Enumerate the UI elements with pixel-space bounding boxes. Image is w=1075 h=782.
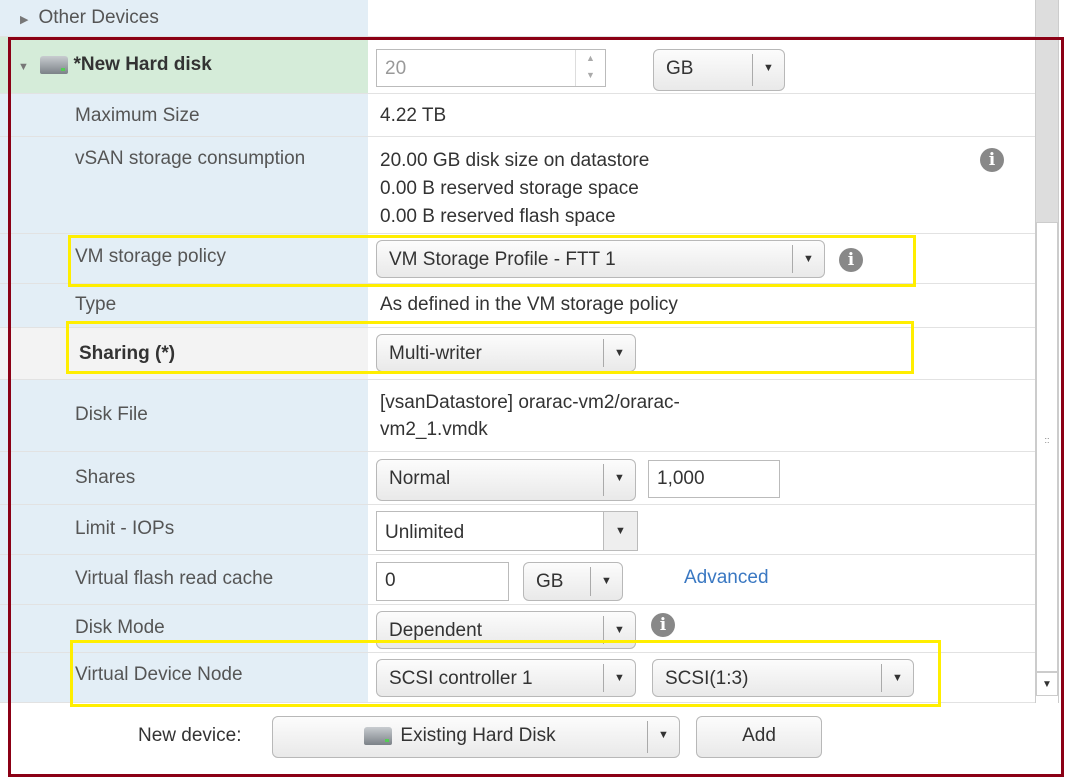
type-row: Type As defined in the VM storage policy bbox=[0, 284, 1035, 328]
disk-title: *New Hard disk bbox=[73, 54, 212, 75]
disk-file-row: Disk File [vsanDatastore] orarac-vm2/ora… bbox=[0, 380, 1035, 452]
controller-select[interactable]: SCSI controller 1 ▼ bbox=[376, 659, 636, 697]
new-device-value: Existing Hard Disk bbox=[400, 725, 556, 746]
sharing-value: Multi-writer bbox=[389, 343, 482, 364]
size-unit-select[interactable]: GB ▼ bbox=[653, 49, 785, 91]
shares-label: Shares bbox=[0, 452, 368, 504]
shares-select[interactable]: Normal ▼ bbox=[376, 459, 636, 501]
disk-file-path: vm2_1.vmdk bbox=[380, 419, 488, 440]
vflash-unit: GB bbox=[536, 571, 564, 592]
storage-policy-value: VM Storage Profile - FTT 1 bbox=[389, 249, 616, 270]
info-icon[interactable]: i bbox=[651, 613, 675, 637]
collapse-icon[interactable]: ▼ bbox=[18, 61, 29, 73]
max-size-value: 4.22 TB bbox=[368, 94, 1035, 136]
shares-amount-input[interactable]: 1,000 bbox=[648, 460, 780, 498]
storage-policy-row: VM storage policy VM Storage Profile - F… bbox=[0, 234, 1035, 284]
chevron-down-icon: ▼ bbox=[590, 567, 622, 596]
limit-value: Unlimited bbox=[385, 522, 465, 543]
scrollbar-thumb[interactable]: :: bbox=[1036, 222, 1058, 672]
device-node-value: SCSI(1:3) bbox=[665, 668, 749, 689]
disk-mode-value: Dependent bbox=[389, 620, 482, 641]
advanced-link[interactable]: Advanced bbox=[684, 567, 769, 589]
device-node-label: Virtual Device Node bbox=[0, 653, 368, 702]
chevron-down-icon: ▼ bbox=[792, 245, 824, 273]
max-size-row: Maximum Size 4.22 TB bbox=[0, 94, 1035, 137]
disk-size-input[interactable]: 20 ▲ ▼ bbox=[376, 49, 606, 87]
scroll-down-icon[interactable]: ▼ bbox=[1036, 672, 1058, 696]
other-devices-label: Other Devices bbox=[38, 7, 159, 28]
disk-file-label: Disk File bbox=[0, 380, 368, 451]
vsan-line: 0.00 B reserved flash space bbox=[380, 206, 616, 227]
storage-policy-select[interactable]: VM Storage Profile - FTT 1 ▼ bbox=[376, 240, 825, 278]
shares-value: Normal bbox=[389, 468, 451, 489]
vflash-input[interactable]: 0 bbox=[376, 562, 509, 601]
sharing-label: Sharing (*) bbox=[0, 328, 368, 379]
vflash-unit-select[interactable]: GB ▼ bbox=[523, 562, 623, 601]
device-node-row: Virtual Device Node SCSI controller 1 ▼ S… bbox=[0, 653, 1035, 703]
limit-row: Limit - IOPs Unlimited ▼ bbox=[0, 505, 1035, 555]
chevron-down-icon: ▼ bbox=[881, 664, 913, 692]
chevron-down-icon: ▼ bbox=[603, 664, 635, 692]
new-device-label: New device: bbox=[138, 725, 242, 746]
size-stepper[interactable]: ▲ ▼ bbox=[575, 50, 605, 86]
disk-mode-label: Disk Mode bbox=[0, 605, 368, 652]
shares-row: Shares Normal ▼ 1,000 bbox=[0, 452, 1035, 505]
disk-mode-row: Disk Mode Dependent ▼ i bbox=[0, 605, 1035, 653]
hard-disk-icon bbox=[364, 726, 393, 745]
type-value: As defined in the VM storage policy bbox=[368, 284, 1035, 327]
hard-disk-icon bbox=[40, 55, 69, 74]
storage-policy-label: VM storage policy bbox=[0, 234, 368, 283]
limit-label: Limit - IOPs bbox=[0, 505, 368, 554]
expand-icon[interactable]: ▶ bbox=[20, 14, 28, 26]
disk-size-value: 20 bbox=[385, 58, 407, 79]
shares-amount: 1,000 bbox=[657, 468, 705, 489]
info-icon[interactable]: i bbox=[839, 248, 863, 272]
sharing-select[interactable]: Multi-writer ▼ bbox=[376, 334, 636, 372]
chevron-down-icon: ▼ bbox=[752, 54, 784, 86]
other-devices-row[interactable]: ▶ Other Devices bbox=[0, 0, 1035, 37]
vsan-line: 20.00 GB disk size on datastore bbox=[380, 150, 650, 171]
sharing-row: Sharing (*) Multi-writer ▼ bbox=[0, 328, 1035, 380]
chevron-down-icon: ▼ bbox=[603, 464, 635, 496]
chevron-down-icon: ▼ bbox=[603, 512, 637, 550]
scrollbar-track[interactable] bbox=[1036, 0, 1058, 222]
size-unit-value: GB bbox=[666, 58, 694, 79]
new-device-select[interactable]: Existing Hard Disk ▼ bbox=[272, 716, 680, 758]
controller-value: SCSI controller 1 bbox=[389, 668, 533, 689]
chevron-down-icon: ▼ bbox=[603, 616, 635, 644]
type-label: Type bbox=[0, 284, 368, 327]
footer-bar: New device: Existing Hard Disk ▼ Add bbox=[0, 703, 1075, 782]
add-button[interactable]: Add bbox=[696, 716, 822, 758]
vsan-line: 0.00 B reserved storage space bbox=[380, 178, 639, 199]
disk-file-path: [vsanDatastore] orarac-vm2/orarac- bbox=[380, 392, 680, 413]
scrollbar[interactable]: :: ▼ bbox=[1035, 0, 1059, 703]
new-hard-disk-row: ▼ *New Hard disk 20 ▲ ▼ GB ▼ bbox=[0, 37, 1035, 94]
vsan-label: vSAN storage consumption bbox=[0, 137, 368, 233]
vflash-row: Virtual flash read cache 0 GB ▼ Advanced bbox=[0, 555, 1035, 605]
disk-mode-select[interactable]: Dependent ▼ bbox=[376, 611, 636, 649]
vflash-value: 0 bbox=[385, 570, 396, 591]
chevron-down-icon: ▼ bbox=[647, 721, 679, 753]
limit-select[interactable]: Unlimited ▼ bbox=[376, 511, 638, 551]
add-label: Add bbox=[742, 725, 776, 746]
vsan-row: vSAN storage consumption 20.00 GB disk s… bbox=[0, 137, 1035, 234]
info-icon[interactable]: i bbox=[980, 148, 1004, 172]
device-node-select[interactable]: SCSI(1:3) ▼ bbox=[652, 659, 914, 697]
vflash-label: Virtual flash read cache bbox=[0, 555, 368, 604]
max-size-label: Maximum Size bbox=[0, 94, 368, 136]
chevron-down-icon: ▼ bbox=[603, 339, 635, 367]
